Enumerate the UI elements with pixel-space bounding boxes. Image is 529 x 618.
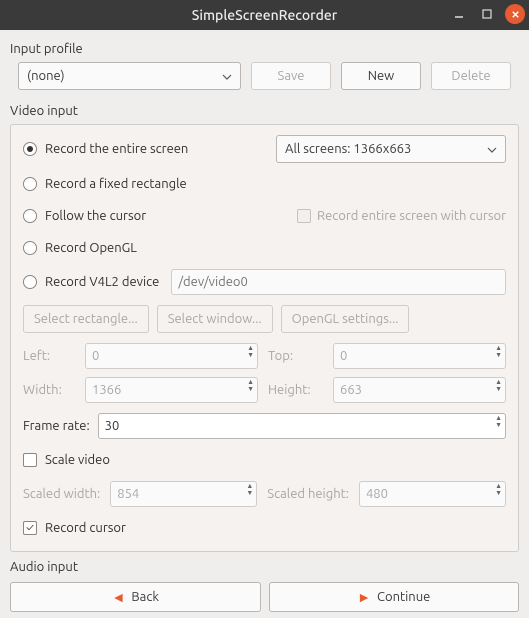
delete-button: Delete	[431, 62, 511, 90]
radio-entire-screen-label: Record the entire screen	[45, 142, 188, 156]
radio-fixed-rect[interactable]	[23, 177, 37, 191]
save-button: Save	[251, 62, 331, 90]
check-scale-video[interactable]	[23, 453, 37, 467]
left-input: ▲▼	[85, 343, 258, 369]
check-scale-video-label: Scale video	[45, 453, 110, 467]
height-label: Height:	[268, 383, 323, 397]
window-title: SimpleScreenRecorder	[192, 7, 337, 23]
chevron-down-icon	[487, 142, 497, 156]
radio-entire-screen[interactable]	[23, 142, 37, 156]
video-input-group: Record the entire screen All screens: 13…	[10, 124, 519, 552]
top-label: Top:	[268, 349, 323, 363]
radio-v4l2-label: Record V4L2 device	[45, 275, 159, 289]
radio-follow-cursor[interactable]	[23, 209, 37, 223]
opengl-settings-button: OpenGL settings...	[281, 305, 410, 333]
check-record-cursor[interactable]	[23, 521, 37, 535]
select-window-button: Select window...	[157, 305, 273, 333]
check-record-entire-with-cursor	[297, 209, 311, 223]
audio-input-label: Audio input	[10, 560, 521, 574]
check-record-cursor-label: Record cursor	[45, 521, 126, 535]
spinner-arrows-icon: ▲▼	[495, 379, 502, 393]
maximize-button[interactable]	[477, 4, 497, 24]
spinner-arrows-icon: ▲▼	[495, 483, 502, 497]
continue-button[interactable]: ► Continue	[269, 582, 520, 612]
continue-button-label: Continue	[377, 590, 430, 604]
spinner-arrows-icon[interactable]: ▲▼	[495, 415, 502, 429]
scaled-width-input: ▲▼	[110, 481, 257, 507]
radio-follow-cursor-label: Follow the cursor	[45, 209, 146, 223]
height-input: ▲▼	[333, 377, 506, 403]
spinner-arrows-icon: ▲▼	[495, 345, 502, 359]
scaled-height-input: ▲▼	[359, 481, 506, 507]
arrow-left-icon: ◄	[112, 589, 126, 605]
radio-fixed-rect-label: Record a fixed rectangle	[45, 177, 187, 191]
screens-combo[interactable]: All screens: 1366x663	[276, 135, 506, 163]
left-label: Left:	[23, 349, 75, 363]
back-button-label: Back	[131, 590, 159, 604]
spinner-arrows-icon: ▲▼	[246, 483, 253, 497]
framerate-input[interactable]: ▲▼	[98, 413, 506, 439]
radio-opengl[interactable]	[23, 241, 37, 255]
chevron-down-icon	[222, 69, 232, 83]
profile-combo-value: (none)	[27, 69, 65, 83]
screens-combo-value: All screens: 1366x663	[285, 142, 411, 156]
video-input-label: Video input	[10, 104, 521, 118]
window-controls	[449, 4, 525, 24]
width-label: Width:	[23, 383, 75, 397]
arrow-right-icon: ►	[357, 589, 371, 605]
check-record-entire-with-cursor-label: Record entire screen with cursor	[317, 209, 506, 223]
titlebar: SimpleScreenRecorder	[0, 0, 529, 30]
radio-opengl-label: Record OpenGL	[45, 241, 137, 255]
select-rectangle-button: Select rectangle...	[23, 305, 149, 333]
radio-v4l2[interactable]	[23, 275, 37, 289]
input-profile-label: Input profile	[10, 42, 521, 56]
scaled-height-label: Scaled height:	[267, 487, 349, 501]
spinner-arrows-icon: ▲▼	[247, 379, 254, 393]
width-input: ▲▼	[85, 377, 258, 403]
profile-combo[interactable]: (none)	[18, 62, 241, 90]
scaled-width-label: Scaled width:	[23, 487, 100, 501]
new-button[interactable]: New	[341, 62, 421, 90]
framerate-label: Frame rate:	[23, 419, 90, 433]
minimize-button[interactable]	[449, 4, 469, 24]
spinner-arrows-icon: ▲▼	[247, 345, 254, 359]
close-button[interactable]	[505, 4, 525, 24]
top-input: ▲▼	[333, 343, 506, 369]
v4l2-device-input	[171, 269, 506, 295]
back-button[interactable]: ◄ Back	[10, 582, 261, 612]
